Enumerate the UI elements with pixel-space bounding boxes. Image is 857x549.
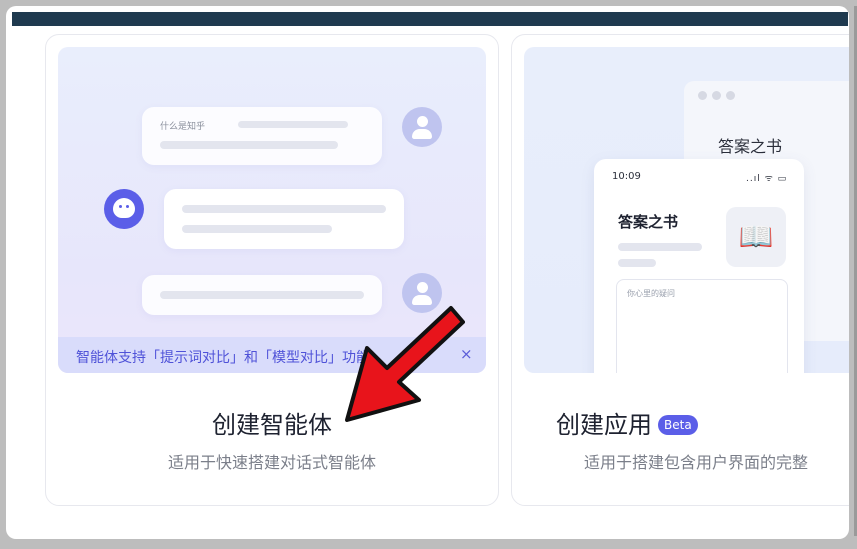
top-bar xyxy=(12,12,848,26)
question-input: 你心里的疑问 xyxy=(616,279,788,373)
create-app-card[interactable]: 答案之书 10:09 ..ıl ᯤ ▭ 答案之书 📖 你心里的疑问 创建应用 Be… xyxy=(511,34,849,506)
create-agent-card[interactable]: 什么是知乎 智能体支持「提示词对比」和「模型对比」功能! × 创建智能体 适用于… xyxy=(45,34,499,506)
create-app-title-text: 创建应用 xyxy=(556,411,652,439)
chat-question-text: 什么是知乎 xyxy=(160,122,206,132)
book-icon: 📖 xyxy=(726,207,786,267)
create-app-description: 适用于搭建包含用户界面的完整 xyxy=(584,453,809,472)
phone-status-icons: ..ıl ᯤ ▭ xyxy=(746,174,788,184)
chat-bubble-user: 什么是知乎 xyxy=(142,107,382,165)
input-placeholder: 你心里的疑问 xyxy=(627,289,675,298)
banner-text: 智能体支持「提示词对比」和「模型对比」功能! xyxy=(76,350,376,366)
beta-badge: Beta xyxy=(658,415,698,435)
bot-avatar-icon xyxy=(104,189,144,229)
app-preview-illustration: 答案之书 10:09 ..ıl ᯤ ▭ 答案之书 📖 你心里的疑问 xyxy=(524,47,849,373)
window-title: 答案之书 xyxy=(718,137,783,156)
phone-mock: 10:09 ..ıl ᯤ ▭ 答案之书 📖 你心里的疑问 xyxy=(594,159,804,373)
chat-bubble-bot xyxy=(164,189,404,249)
create-app-title: 创建应用 Beta xyxy=(556,405,698,440)
red-arrow-annotation xyxy=(345,306,465,422)
phone-time: 10:09 xyxy=(612,171,641,182)
create-agent-description: 适用于快速搭建对话式智能体 xyxy=(167,453,376,472)
app-window: 什么是知乎 智能体支持「提示词对比」和「模型对比」功能! × 创建智能体 适用于… xyxy=(6,6,849,539)
phone-title: 答案之书 xyxy=(618,213,679,231)
user-avatar-icon xyxy=(402,107,442,147)
